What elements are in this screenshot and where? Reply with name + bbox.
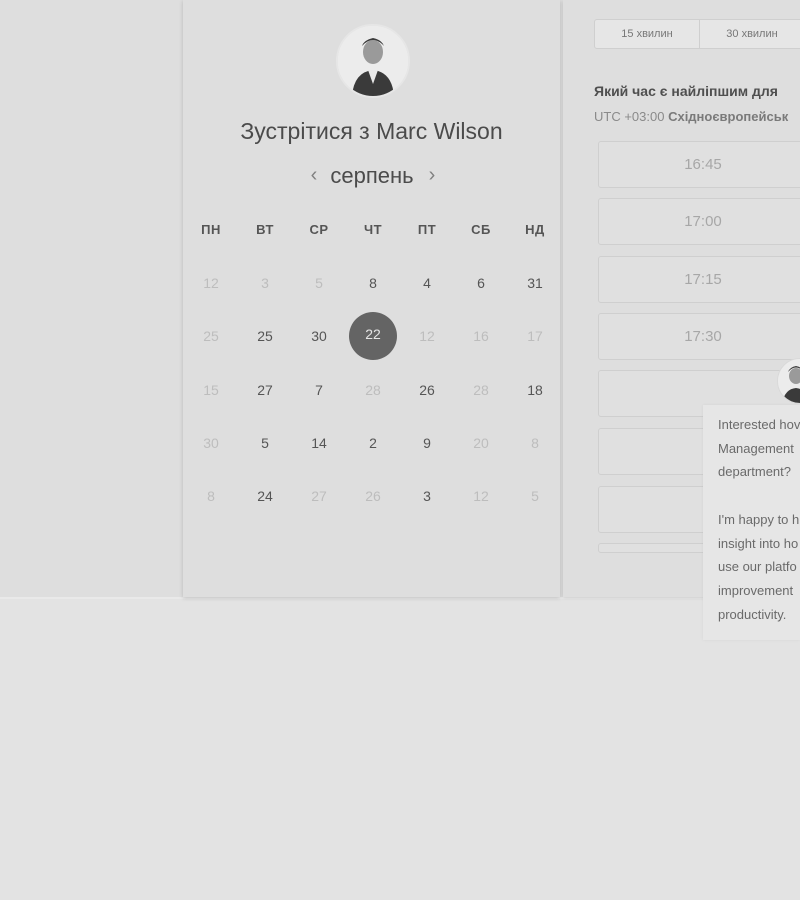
timezone-line: UTC +03:00 Східноєвропейськ <box>594 109 788 124</box>
calendar-day: 5 <box>315 275 323 291</box>
calendar-day[interactable]: 31 <box>515 263 555 303</box>
calendar-day: 5 <box>531 488 539 504</box>
chat-popup[interactable]: Interested hov Management department? I'… <box>703 405 800 640</box>
calendar-day[interactable]: 14 <box>299 423 339 463</box>
calendar-day[interactable]: 7 <box>299 370 339 410</box>
month-navigation: ‹ серпень › <box>183 162 560 192</box>
time-question: Який час є найліпшим для <box>594 83 778 99</box>
tab-30-minutes[interactable]: 30 хвилин <box>700 20 800 48</box>
month-label: серпень <box>330 163 414 188</box>
page-title: Зустрітися з Marc Wilson <box>240 118 503 144</box>
calendar-day[interactable]: 25 <box>245 316 285 356</box>
calendar-day[interactable]: 26 <box>407 370 447 410</box>
calendar-day: 20 <box>473 435 489 451</box>
weekday-header: ПН ВТ СР ЧТ ПТ СБ НД <box>183 222 560 242</box>
duration-tabs: 15 хвилин 30 хвилин <box>594 19 800 49</box>
weekday-label: СР <box>309 222 329 237</box>
chat-line: insight into ho <box>718 535 799 551</box>
weekday-label: ПН <box>201 222 221 237</box>
chat-line: improvement <box>718 582 794 598</box>
chat-line <box>718 484 800 508</box>
calendar-grid: 12 3 5 8 4 6 31 25 25 30 22 12 16 17 15 27 7 28 26 28 18 30 5 1… <box>183 260 560 540</box>
calendar-day[interactable]: 27 <box>245 370 285 410</box>
host-avatar <box>336 24 410 98</box>
background-edge <box>0 597 800 599</box>
calendar-day[interactable]: 18 <box>515 370 555 410</box>
timezone-offset: UTC +03:00 <box>594 109 665 124</box>
weekday-label: НД <box>525 222 545 237</box>
weekday-label: ПТ <box>417 222 437 237</box>
calendar-day[interactable]: 9 <box>407 423 447 463</box>
calendar-day[interactable]: 30 <box>299 316 339 356</box>
time-slot[interactable]: 17:30 <box>598 313 800 360</box>
weekday-label: СБ <box>471 222 491 237</box>
calendar-day: 30 <box>203 435 219 451</box>
calendar-day: 12 <box>419 328 435 344</box>
time-slot[interactable]: 17:00 <box>598 198 800 245</box>
chat-line: I'm happy to h <box>718 511 800 527</box>
time-slot[interactable]: 16:45 <box>598 141 800 188</box>
calendar-day: 26 <box>365 488 381 504</box>
chevron-left-icon[interactable]: ‹ <box>304 164 324 187</box>
chat-message: Interested hov Management department? I'… <box>718 413 800 626</box>
calendar-day: 28 <box>473 382 489 398</box>
chat-line: use our platfo <box>718 559 797 575</box>
chat-line: productivity. <box>718 606 787 622</box>
calendar-day: 8 <box>531 435 539 451</box>
calendar-card: Зустрітися з Marc Wilson ‹ серпень › ПН … <box>183 0 560 597</box>
tab-15-minutes[interactable]: 15 хвилин <box>595 20 700 48</box>
chat-line: Interested hov <box>718 417 800 432</box>
chevron-right-icon[interactable]: › <box>422 164 442 187</box>
calendar-day[interactable]: 24 <box>245 476 285 516</box>
calendar-day: 27 <box>311 488 327 504</box>
calendar-day[interactable]: 4 <box>407 263 447 303</box>
calendar-day: 17 <box>527 328 543 344</box>
calendar-day: 28 <box>365 382 381 398</box>
weekday-label: ВТ <box>256 222 274 237</box>
chat-line: Management <box>718 440 794 456</box>
calendar-day: 12 <box>473 488 489 504</box>
calendar-day-selected[interactable]: 22 <box>349 312 397 360</box>
weekday-label: ЧТ <box>363 222 383 237</box>
calendar-day[interactable]: 6 <box>461 263 501 303</box>
calendar-day: 12 <box>203 275 219 291</box>
calendar-day[interactable]: 2 <box>353 423 393 463</box>
calendar-day: 15 <box>203 382 219 398</box>
calendar-day: 25 <box>203 328 219 344</box>
chat-line: department? <box>718 464 791 480</box>
time-slot[interactable]: 17:15 <box>598 256 800 303</box>
calendar-day[interactable]: 3 <box>407 476 447 516</box>
calendar-day[interactable]: 8 <box>353 263 393 303</box>
calendar-day: 8 <box>207 488 215 504</box>
calendar-day: 16 <box>473 328 489 344</box>
calendar-day: 3 <box>261 275 269 291</box>
calendar-day[interactable]: 5 <box>245 423 285 463</box>
timezone-name[interactable]: Східноєвропейськ <box>668 109 788 124</box>
